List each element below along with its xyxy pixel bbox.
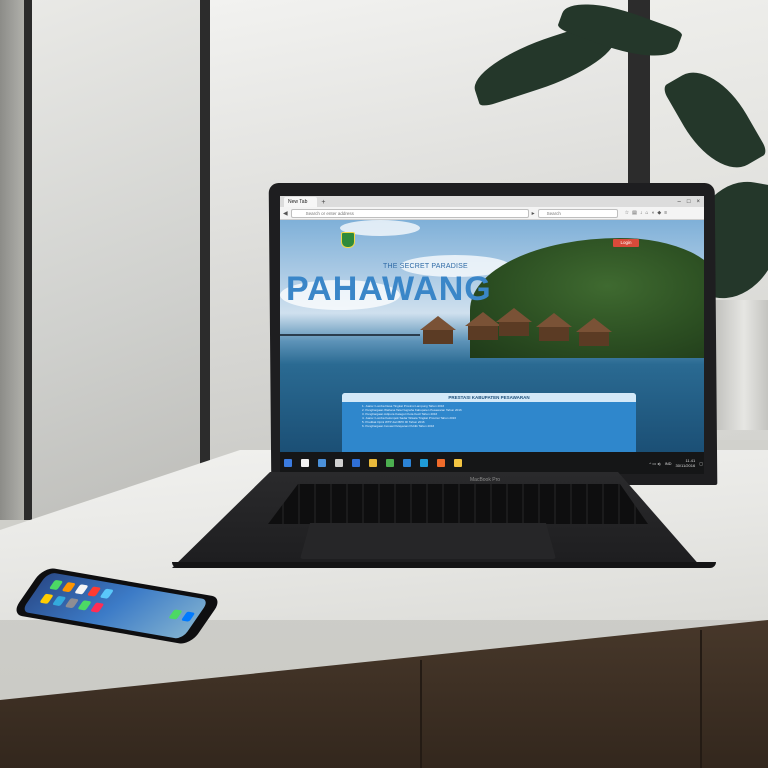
hut-roof <box>496 308 532 322</box>
maximize-icon[interactable]: □ <box>687 198 691 207</box>
panel-body: 1. Juara I Lomba Desa Tingkat Provinsi L… <box>342 402 636 453</box>
water-hut <box>499 322 529 336</box>
login-button[interactable]: Login <box>613 239 639 247</box>
clock-date: 30/11/2016 <box>675 463 696 468</box>
keyboard <box>268 484 648 524</box>
download-icon[interactable]: ↓ <box>640 210 643 216</box>
hut-roof <box>576 318 612 332</box>
browser-tab[interactable]: New Tab <box>284 197 318 207</box>
app-icon <box>180 611 196 622</box>
menu-icon[interactable]: ≡ <box>664 210 667 216</box>
windows-taskbar: ^ ▭ ◂) IND 11.41 30/11/2016 ▢ <box>280 452 704 474</box>
pocket-icon[interactable]: ◖ <box>651 210 654 216</box>
star-icon[interactable]: ☆ <box>625 210 629 216</box>
language-indicator[interactable]: IND <box>665 461 672 466</box>
app-icon <box>168 609 183 620</box>
close-icon[interactable]: × <box>696 198 700 207</box>
firefox-icon[interactable] <box>437 459 445 467</box>
app-icon <box>39 593 54 604</box>
toolbar-icons: ☆ ▤ ↓ ⌂ ◖ ◆ ≡ <box>625 210 668 216</box>
water-hut <box>579 332 609 346</box>
water-hut <box>468 326 498 340</box>
regency-logo[interactable] <box>341 232 355 248</box>
cabinet-seam <box>420 660 422 768</box>
search-input[interactable]: Search <box>537 208 618 218</box>
notification-icon[interactable]: ▢ <box>699 461 703 466</box>
app-icon <box>61 582 76 593</box>
achievements-panel: PRESTASI KABUPATEN PESAWARAN 1. Juara I … <box>342 393 636 453</box>
minimize-icon[interactable]: – <box>678 198 681 207</box>
clock[interactable]: 11.41 30/11/2016 <box>675 458 695 468</box>
search-icon[interactable] <box>301 459 309 467</box>
water-hut <box>423 330 453 344</box>
photoshop-icon[interactable] <box>420 459 428 467</box>
app-icon <box>77 600 92 611</box>
url-input[interactable]: Search or enter address <box>290 208 529 218</box>
start-icon[interactable] <box>284 459 292 467</box>
task-view-icon[interactable] <box>318 459 326 467</box>
edge-icon[interactable] <box>335 459 343 467</box>
panel-heading: PRESTASI KABUPATEN PESAWARAN <box>342 393 636 402</box>
website-page: Login THE SECRET PARADISE PAHAWANG PREST… <box>280 220 704 453</box>
arrow-right-icon[interactable]: ▸ <box>532 210 535 217</box>
hut-roof <box>536 313 572 327</box>
window-controls: – □ × <box>678 198 704 207</box>
window-frame <box>24 0 32 520</box>
reading-icon[interactable]: ▤ <box>632 210 637 216</box>
trackpad <box>300 523 556 559</box>
app-icon <box>64 598 80 609</box>
jetty <box>280 334 420 336</box>
system-tray: ^ ▭ ◂) IND 11.41 30/11/2016 ▢ <box>649 458 704 468</box>
laptop-front-edge <box>172 562 716 568</box>
tray-icons[interactable]: ^ ▭ ◂) <box>649 461 660 466</box>
app-icon <box>86 586 102 597</box>
word-icon[interactable] <box>403 459 411 467</box>
hero-tagline: THE SECRET PARADISE <box>383 263 468 270</box>
home-icon[interactable]: ⌂ <box>645 210 648 216</box>
chrome-icon[interactable] <box>454 459 462 467</box>
laptop-screen: New Tab + – □ × ◀ Search or enter addres… <box>280 196 704 474</box>
app-icon <box>90 602 105 613</box>
app-icon <box>48 579 64 591</box>
hero-title: PAHAWANG <box>286 270 492 308</box>
list-item[interactable]: 6. Penghargaan Inovasi Pelayanan Publik … <box>362 424 628 428</box>
browser-toolbar: ◀ Search or enter address ▸ Search ☆ ▤ ↓… <box>280 207 704 220</box>
excel-icon[interactable] <box>386 459 394 467</box>
new-tab-button[interactable]: + <box>317 199 329 207</box>
window-pane-left <box>32 0 202 520</box>
app-icon <box>74 584 89 595</box>
browser-tab-strip: New Tab + – □ × <box>280 196 704 207</box>
store-icon[interactable] <box>352 459 360 467</box>
arrow-left-icon[interactable]: ◀ <box>283 210 288 217</box>
laptop-brand-label: MacBook Pro <box>470 477 501 483</box>
app-icon <box>99 588 114 599</box>
hut-roof <box>420 316 456 330</box>
plant-pot <box>708 300 768 430</box>
cabinet-seam <box>700 630 702 768</box>
file-explorer-icon[interactable] <box>369 459 377 467</box>
extension-icon[interactable]: ◆ <box>657 210 661 216</box>
water-hut <box>539 327 569 341</box>
app-icon <box>52 595 67 607</box>
